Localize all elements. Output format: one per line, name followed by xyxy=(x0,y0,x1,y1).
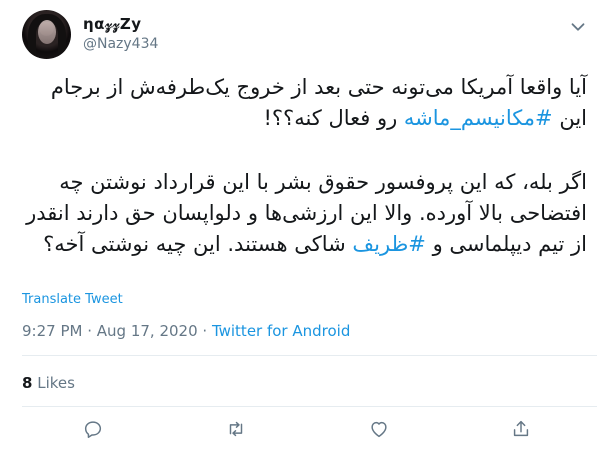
tweet-paragraph-1: آیا واقعا آمریکا می‌تونه حتی بعد از خروج… xyxy=(22,72,587,134)
likes-label: Likes xyxy=(37,374,75,392)
tweet-text-segment: رو فعال کنه؟؟! xyxy=(263,106,404,130)
divider xyxy=(22,406,597,407)
tweet-paragraph-2: اگر بله، که این پروفسور حقوق بشر با این … xyxy=(22,167,587,260)
divider xyxy=(22,355,597,356)
chevron-down-icon[interactable] xyxy=(567,16,589,38)
tweet-date[interactable]: Aug 17, 2020 xyxy=(97,322,198,340)
retweet-icon[interactable] xyxy=(225,418,249,442)
display-name[interactable]: ηα𝓏𝓏Zy xyxy=(83,15,142,33)
hashtag-link[interactable]: #مکانیسم_ماشه xyxy=(404,106,553,130)
tweet-time[interactable]: 9:27 PM xyxy=(22,322,82,340)
tweet-meta: 9:27 PM · Aug 17, 2020 · Twitter for And… xyxy=(22,322,350,340)
meta-separator: · xyxy=(197,322,212,340)
tweet-source[interactable]: Twitter for Android xyxy=(212,322,350,340)
avatar-face xyxy=(38,20,56,44)
action-bar xyxy=(0,418,608,446)
reply-icon[interactable] xyxy=(82,418,106,442)
translate-tweet-link[interactable]: Translate Tweet xyxy=(22,292,123,307)
user-handle[interactable]: @Nazy434 xyxy=(83,36,158,52)
share-icon[interactable] xyxy=(510,418,534,442)
hashtag-link[interactable]: #ظریف xyxy=(352,232,425,256)
tweet-text-segment: شاکی هستند. این چیه نوشتی آخه؟ xyxy=(43,232,353,256)
likes-stat[interactable]: 8 Likes xyxy=(22,374,75,392)
avatar[interactable] xyxy=(22,10,71,59)
tweet-header: ηα𝓏𝓏Zy @Nazy434 xyxy=(17,8,597,59)
likes-count: 8 xyxy=(22,374,33,392)
meta-separator: · xyxy=(82,322,97,340)
like-icon[interactable] xyxy=(368,418,392,442)
